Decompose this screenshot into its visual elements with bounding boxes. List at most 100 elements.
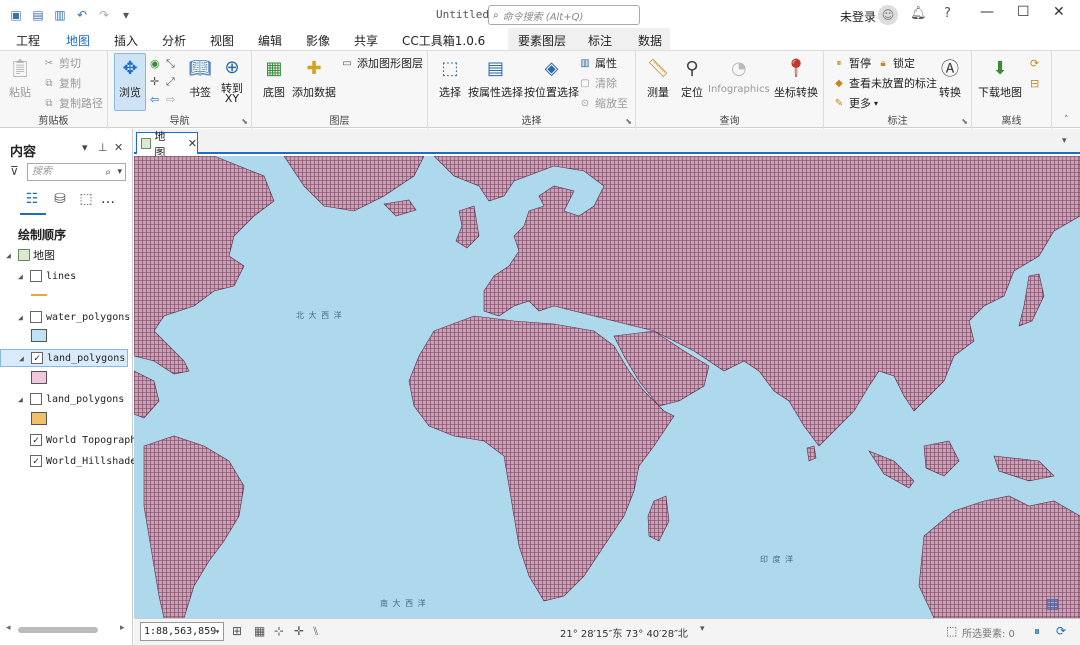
layer-row[interactable]: ◢ water_polygons [0,309,130,325]
chevron-down-icon[interactable]: ▾ [117,164,122,180]
fill-symbol[interactable] [31,371,47,384]
tab-map[interactable]: 地图 [66,32,91,52]
map-scale-field[interactable]: 1:88,563,859 ▾ [140,622,224,641]
line-symbol[interactable] [31,294,47,296]
more-labeling-button[interactable]: ✎ 更多 ▾ [832,95,878,111]
select-by-location-button[interactable]: ◈ 按位置选择 [524,54,579,100]
zoom-to-selection-button[interactable]: ⊙ 缩放至 [578,95,628,111]
maximize-button[interactable]: ☐ [1017,4,1030,20]
add-graphics-layer-button[interactable]: ▭ 添加图形图层 [340,55,423,71]
tab-analysis[interactable]: 分析 [162,32,186,49]
layer-visibility-checkbox[interactable]: ✓ [30,455,42,467]
pin-icon[interactable]: ⊥ [98,141,108,154]
measure-button[interactable]: 📏︎ 测量 [644,54,672,100]
explore-button[interactable]: ✥ 浏览 [114,53,146,111]
map-view-tab[interactable]: 地图 ✕ [136,130,198,159]
layer-row[interactable]: ◢ ✓ land_polygons [0,349,128,367]
map-canvas[interactable]: 北 大 西 洋 印 度 洋 南 大 西 洋 ▤ [134,156,1080,618]
close-tab-icon[interactable]: ✕ [188,137,197,150]
remove-offline-icon[interactable]: ⊟ [1030,77,1039,90]
notification-bell-icon[interactable]: 🔔︎ [910,6,927,21]
more-options-icon[interactable]: … [98,189,118,209]
scroll-left-icon[interactable]: ◂ [6,623,11,633]
download-map-button[interactable]: ⬇ 下载地图 [978,54,1022,100]
previous-extent-icon[interactable]: ⇦ [150,93,159,106]
grid-icon[interactable]: ▦ [254,624,265,638]
save-project-icon[interactable]: ▥ [52,7,68,23]
fill-symbol[interactable] [31,329,47,342]
next-extent-icon[interactable]: ⇨ [166,93,175,106]
customize-toolbar-icon[interactable]: ▾ [118,7,134,23]
zoom-to-selection-icon[interactable]: ⤢ [166,75,175,89]
clear-selection-button[interactable]: ▢ 清除 [578,75,617,91]
lock-labeling-button[interactable]: 🔒︎ 锁定 [876,55,915,71]
full-extent-icon[interactable]: ◉ [150,57,160,70]
pane-options-icon[interactable]: ▾ [82,141,88,154]
tab-data[interactable]: 数据 [638,32,662,49]
snapping-icon[interactable]: ⊹ [274,624,284,638]
contents-search-input[interactable]: 搜索 ⌕ ▾ [27,163,126,181]
tab-imagery[interactable]: 影像 [306,32,330,49]
dialog-launcher-icon[interactable]: ⬊ [625,117,632,126]
new-project-icon[interactable]: ▣ [8,7,24,23]
list-by-selection-icon[interactable]: ⬚ [76,189,96,209]
locate-button[interactable]: ⚲ 定位 [678,54,706,100]
tab-edit[interactable]: 编辑 [258,32,282,49]
select-button[interactable]: ⬚ 选择 [436,54,464,100]
layer-row[interactable]: ✓ World_Hillshade [0,453,136,469]
fixed-zoom-in-icon[interactable]: ⤡ [166,57,175,71]
layer-visibility-checkbox[interactable]: ✓ [31,352,43,364]
tab-project[interactable]: 工程 [16,32,40,49]
tab-share[interactable]: 共享 [354,32,378,49]
tab-insert[interactable]: 插入 [114,32,138,49]
coordinate-conversion-button[interactable]: 📍︎ 坐标转换 [774,54,818,100]
select-by-attribute-button[interactable]: ▤ 按属性选择 [468,54,523,100]
expand-arrow-icon[interactable]: ◢ [19,354,29,363]
dialog-launcher-icon[interactable]: ⬊ [241,117,248,126]
copy-path-button[interactable]: ⧉ 复制路径 [42,95,103,111]
tab-labeling[interactable]: 标注 [588,32,612,49]
cut-button[interactable]: ✂ 剪切 [42,55,81,71]
expand-arrow-icon[interactable]: ◢ [18,272,28,281]
minimize-button[interactable]: — [980,4,994,20]
expand-arrow-icon[interactable]: ◢ [18,313,28,322]
avatar[interactable]: ☺ [878,5,898,25]
pause-drawing-icon[interactable]: ⑊ [312,624,319,638]
coordinate-format-chevron-icon[interactable]: ▾ [700,624,705,634]
sign-in-status[interactable]: 未登录 [840,8,876,25]
goto-xy-button[interactable]: ⊕ 转到 XY [218,54,246,105]
expand-arrow-icon[interactable]: ◢ [6,251,16,260]
sync-icon[interactable]: ⟳ [1030,57,1039,70]
pause-labeling-button[interactable]: ⏸ 暂停 [832,55,872,71]
tab-feature-layer[interactable]: 要素图层 [518,32,566,49]
tab-view[interactable]: 视图 [210,32,234,49]
horizontal-scrollbar[interactable] [18,627,98,633]
layer-row[interactable]: ◢ lines [0,268,76,284]
list-by-drawing-order-icon[interactable]: ☷ [22,189,42,209]
chat-icon[interactable]: ▤ [1046,596,1059,612]
fixed-zoom-icon[interactable]: ⊞ [232,624,242,638]
list-by-data-source-icon[interactable]: ⛁ [50,189,70,209]
layer-row[interactable]: ✓ World Topographic [0,432,148,448]
copy-button[interactable]: ⧉ 复制 [42,75,81,91]
fixed-zoom-out-icon[interactable]: ✛ [150,75,159,88]
close-pane-icon[interactable]: ✕ [114,141,123,154]
collapse-ribbon-icon[interactable]: ˄ [1064,115,1069,125]
pause-icon[interactable]: ⏸ [1034,624,1040,639]
view-unplaced-button[interactable]: ◆ 查看未放置的标注 [832,75,937,91]
open-project-icon[interactable]: ▤ [30,7,46,23]
layer-visibility-checkbox[interactable]: ✓ [30,434,42,446]
crosshair-icon[interactable]: ✛ [294,624,304,638]
attributes-button[interactable]: ▥ 属性 [578,55,617,71]
filter-icon[interactable]: ⊽ [10,164,19,178]
map-node[interactable]: ◢ 地图 [0,247,55,263]
tab-cc-toolbox[interactable]: CC工具箱1.0.6 [402,32,485,49]
convert-labels-button[interactable]: Ⓐ 转换 [936,54,964,100]
command-search-input[interactable]: ⌕ 命令搜索 (Alt+Q) [488,5,640,25]
scroll-right-icon[interactable]: ▸ [120,623,125,633]
layer-visibility-checkbox[interactable] [30,393,42,405]
add-data-button[interactable]: ✚ 添加数据 [292,54,336,100]
paste-button[interactable]: 📋︎ 粘贴 [6,54,34,100]
bookmarks-button[interactable]: 📖︎ 书签 [186,54,214,100]
layer-visibility-checkbox[interactable] [30,311,42,323]
